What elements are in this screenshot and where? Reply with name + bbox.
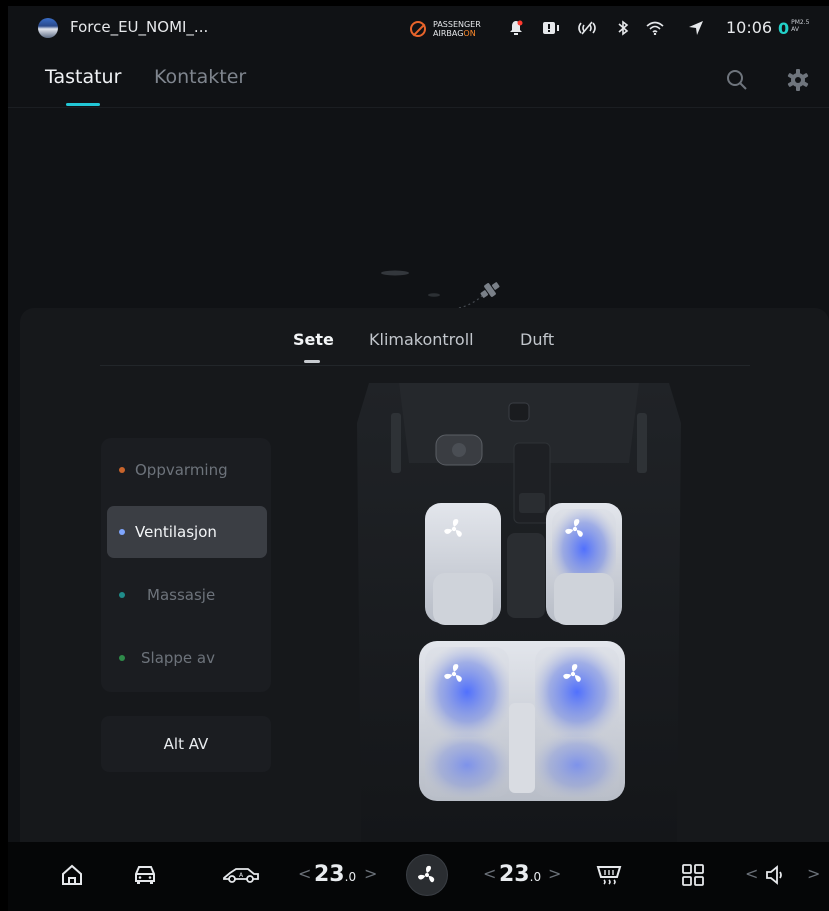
search-icon[interactable] (725, 68, 749, 92)
status-dot (119, 592, 125, 598)
wifi-icon (646, 19, 664, 37)
left-temp-value: 23 (314, 862, 345, 887)
status-dot (119, 655, 125, 661)
menu-item-massasje[interactable]: Massasje (107, 569, 267, 621)
tab-sete[interactable]: Sete (293, 330, 334, 349)
pm25-value: 0 (778, 19, 790, 38)
menu-item-label: Slappe av (141, 649, 215, 667)
gear-icon[interactable] (786, 68, 810, 92)
rear-defrost-icon[interactable] (594, 860, 624, 890)
profile-avatar[interactable] (38, 18, 58, 38)
status-dot (119, 467, 125, 473)
menu-item-ventilasjon[interactable]: Ventilasjon (107, 506, 267, 558)
bluetooth-icon (616, 19, 630, 37)
status-dot (119, 529, 125, 535)
profile-name[interactable]: Force_EU_NOMI_... (70, 18, 208, 36)
empty-state-illustration (381, 270, 500, 310)
right-temp-decimal: .0 (529, 870, 542, 884)
fan-icon[interactable] (441, 516, 467, 542)
airbag-state: ON (463, 29, 476, 38)
tab-tastatur[interactable]: Tastatur (45, 66, 121, 88)
svg-text:A: A (239, 872, 244, 879)
seat-control-panel: Sete Klimakontroll Duft Oppvarming Venti… (20, 308, 829, 842)
left-temp-increase[interactable]: > (364, 864, 377, 883)
pm25-indicator[interactable]: 0 PM2.5 AV (778, 19, 809, 38)
fan-icon[interactable] (562, 516, 588, 542)
volume-icon[interactable] (764, 860, 788, 890)
volume-decrease[interactable]: < (745, 864, 758, 883)
left-temp-decrease[interactable]: < (298, 864, 311, 883)
car-icon[interactable] (131, 860, 159, 890)
panel-divider (100, 365, 750, 366)
right-temp-decrease[interactable]: < (483, 864, 496, 883)
pm25-sub: AV (791, 26, 799, 33)
home-icon[interactable] (58, 860, 86, 890)
active-tab-indicator (66, 103, 100, 106)
app-screen: Force_EU_NOMI_... PASSENGER AIRBAGON 10:… (8, 6, 829, 911)
pm25-label: PM2.5 (791, 19, 810, 26)
bell-icon (508, 19, 524, 37)
header-divider (8, 107, 829, 108)
bottom-dock: A < 23.0 > < 23.0 > < > (8, 842, 829, 911)
status-bar: Force_EU_NOMI_... PASSENGER AIRBAGON 10:… (8, 6, 829, 50)
airbag-status: PASSENGER AIRBAGON (433, 20, 481, 38)
panel-tab-indicator (304, 360, 320, 363)
airbag-line1: PASSENGER (433, 20, 481, 29)
menu-item-label: Ventilasjon (135, 523, 217, 541)
menu-item-label: Oppvarming (135, 461, 228, 479)
all-off-button[interactable]: Alt AV (101, 716, 271, 772)
fan-button[interactable] (406, 854, 448, 896)
navigation-icon (688, 19, 704, 37)
passenger-airbag-icon (410, 21, 426, 37)
car-side-icon[interactable]: A (221, 860, 261, 890)
screen-mirror-icon (542, 19, 560, 37)
fan-icon[interactable] (560, 661, 586, 687)
menu-item-slappe-av[interactable]: Slappe av (107, 632, 267, 684)
car-seat-map (357, 383, 681, 842)
tab-duft[interactable]: Duft (520, 330, 554, 349)
menu-item-oppvarming[interactable]: Oppvarming (107, 444, 267, 496)
airbag-line2: AIRBAG (433, 29, 464, 38)
tab-klimakontroll[interactable]: Klimakontroll (369, 330, 474, 349)
left-temperature[interactable]: 23.0 (314, 862, 356, 887)
right-temperature[interactable]: 23.0 (499, 862, 541, 887)
clock: 10:06 (726, 18, 773, 37)
apps-grid-icon[interactable] (680, 860, 706, 890)
fan-icon (418, 865, 435, 883)
left-temp-decimal: .0 (344, 870, 357, 884)
menu-item-label: Massasje (147, 586, 216, 604)
right-temp-value: 23 (499, 862, 530, 887)
volume-increase[interactable]: > (807, 864, 820, 883)
tab-kontakter[interactable]: Kontakter (154, 66, 246, 88)
fan-icon[interactable] (441, 661, 467, 687)
right-temp-increase[interactable]: > (548, 864, 561, 883)
no-signal-icon (576, 19, 598, 37)
seat-function-menu: Oppvarming Ventilasjon Massasje Slappe a… (101, 438, 271, 692)
